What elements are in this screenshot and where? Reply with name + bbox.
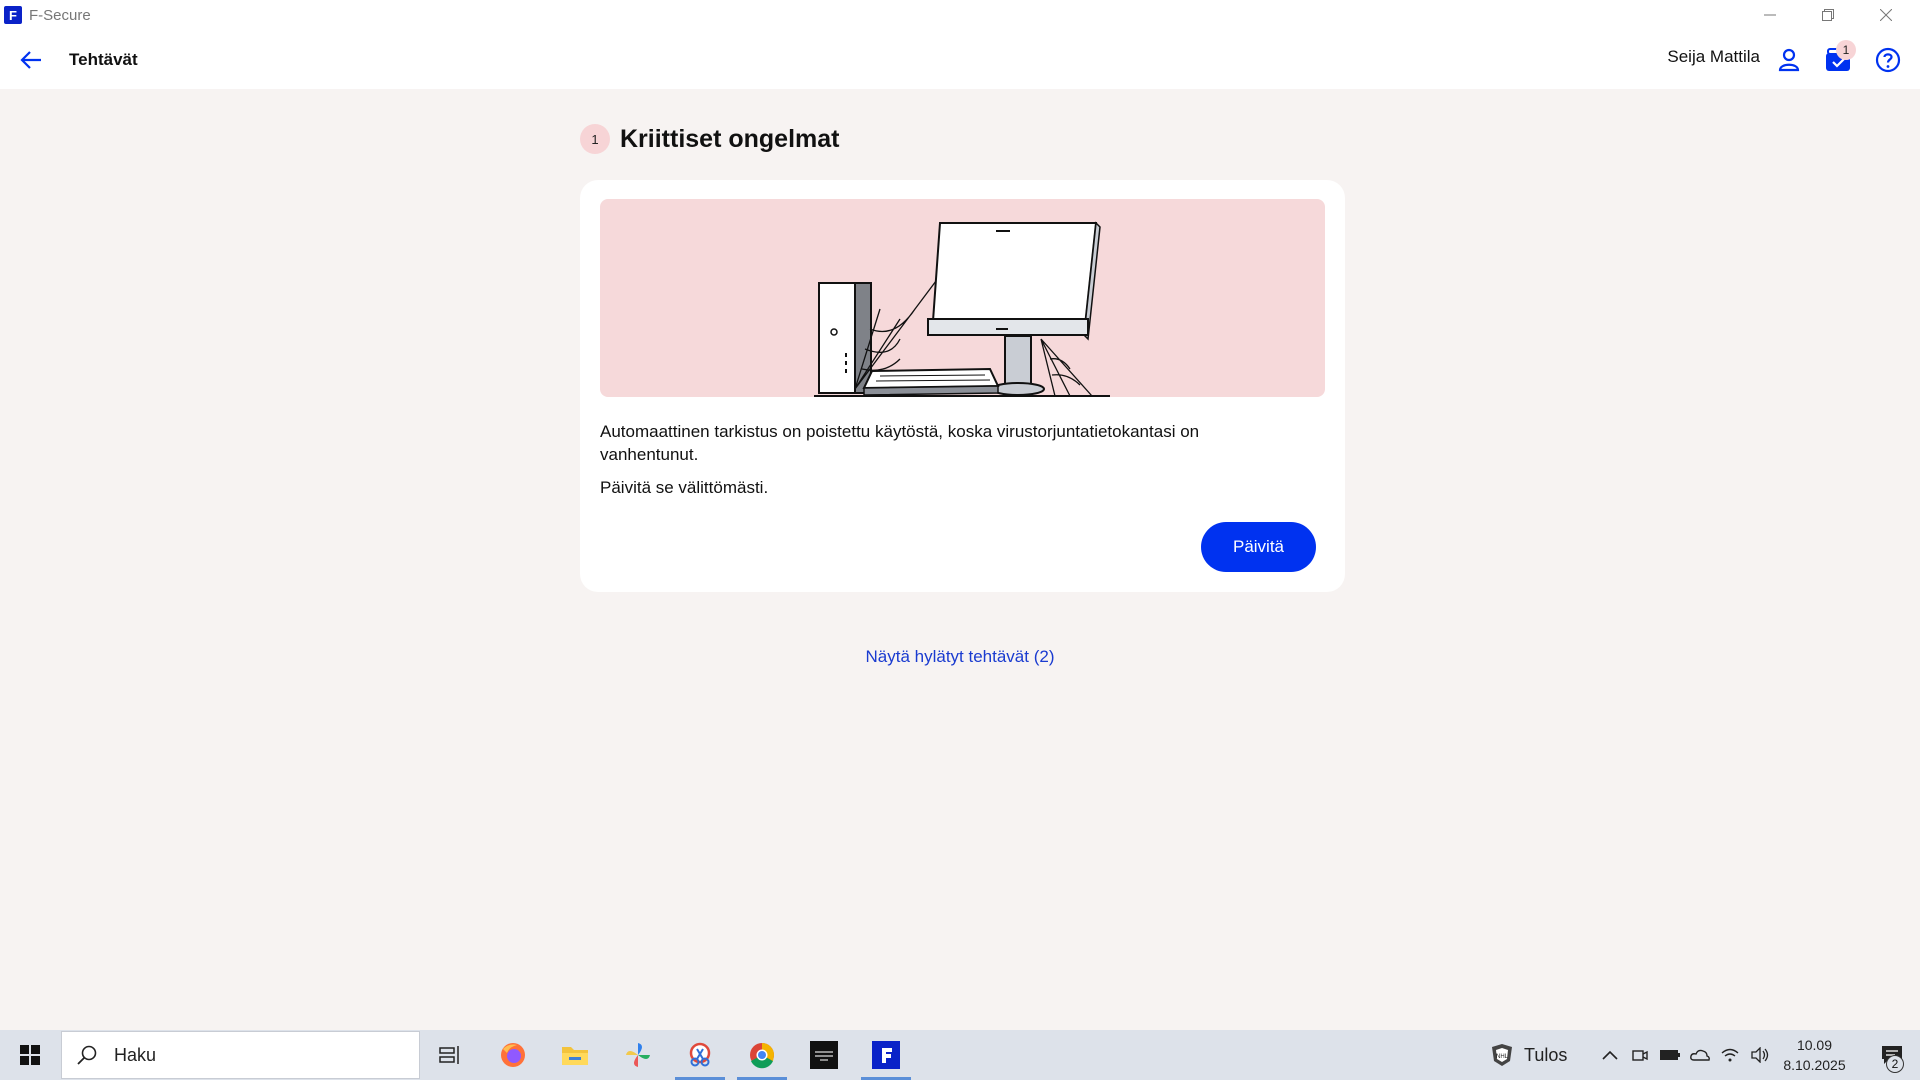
back-button[interactable]: [16, 46, 46, 74]
f-secure-logo-icon: F: [4, 6, 22, 24]
cloud-icon: [1690, 1049, 1710, 1061]
battery-icon: [1660, 1050, 1680, 1060]
taskbar-file-explorer[interactable]: [547, 1030, 603, 1080]
outdated-computer-illustration: [600, 199, 1325, 397]
app-header: Tehtävät Seija Mattila 1: [0, 30, 1920, 89]
windows-logo-icon: [20, 1045, 40, 1065]
search-placeholder: Haku: [114, 1044, 157, 1065]
show-dismissed-tasks-link[interactable]: Näytä hylätyt tehtävät (2): [866, 647, 1055, 666]
window-title: F-Secure: [29, 6, 91, 24]
clock-date: 8.10.2025: [1783, 1057, 1846, 1073]
issue-description: Automaattinen tarkistus on poistettu käy…: [600, 422, 1200, 464]
firefox-icon: [501, 1043, 525, 1067]
critical-issue-card: Automaattinen tarkistus on poistettu käy…: [580, 180, 1345, 592]
task-view-button[interactable]: [422, 1030, 478, 1080]
taskbar-search-box[interactable]: Haku: [61, 1031, 420, 1079]
tray-battery[interactable]: [1658, 1043, 1682, 1067]
taskbar-news-app[interactable]: [796, 1030, 852, 1080]
tray-meet-now[interactable]: [1628, 1043, 1652, 1067]
help-icon: [1875, 47, 1901, 73]
taskbar-chrome[interactable]: [734, 1030, 790, 1080]
f-secure-icon: [872, 1041, 900, 1069]
clock-time: 10.09: [1796, 1037, 1833, 1053]
user-name: Seija Mattila: [1667, 47, 1760, 66]
window-titlebar: F F-Secure: [0, 0, 1920, 30]
critical-count-badge: 1: [580, 124, 610, 154]
taskbar-firefox[interactable]: [485, 1030, 541, 1080]
taskbar-photos[interactable]: [610, 1030, 666, 1080]
account-button[interactable]: [1773, 44, 1805, 76]
close-icon: [1880, 9, 1892, 21]
task-view-icon: [439, 1046, 459, 1064]
section-title: Kriittiset ongelmat: [620, 124, 840, 153]
dismissed-tasks-row: Näytä hylätyt tehtävät (2): [0, 647, 1920, 667]
issue-instruction: Päivitä se välittömästi.: [600, 478, 769, 497]
minimize-button[interactable]: [1741, 0, 1799, 30]
restore-icon: [1822, 9, 1834, 21]
tray-onedrive[interactable]: [1688, 1043, 1712, 1067]
tasks-count-badge: 1: [1836, 40, 1856, 60]
taskbar-clock[interactable]: 10.09 8.10.2025: [1777, 1035, 1852, 1075]
close-button[interactable]: [1857, 0, 1915, 30]
user-icon: [1778, 48, 1800, 72]
weather-widget[interactable]: NHL Tulos: [1490, 1030, 1567, 1080]
notification-count-badge: 2: [1886, 1055, 1904, 1073]
nhl-shield-icon: NHL: [1492, 1044, 1512, 1066]
camera-icon: [1632, 1050, 1648, 1061]
news-app-icon: [810, 1041, 838, 1069]
folder-icon: [562, 1047, 588, 1065]
tray-wifi[interactable]: [1718, 1043, 1742, 1067]
taskbar-f-secure[interactable]: [858, 1030, 914, 1080]
section-header: 1 Kriittiset ongelmat: [580, 124, 839, 154]
taskbar-snipping-tool[interactable]: [672, 1030, 728, 1080]
tray-volume[interactable]: [1748, 1043, 1772, 1067]
search-icon: [77, 1045, 97, 1065]
page-title: Tehtävät: [69, 50, 138, 69]
arrow-left-icon: [20, 51, 41, 69]
scissors-icon: [689, 1042, 711, 1067]
windows-taskbar: Haku NHL Tulos 10.09 8.10.2025 2: [0, 1030, 1920, 1080]
help-button[interactable]: [1872, 44, 1904, 76]
computer-cobweb-illustration-icon: [814, 221, 1110, 397]
weather-text: Tulos: [1524, 1044, 1568, 1065]
svg-text:NHL: NHL: [1496, 1054, 1509, 1060]
update-button[interactable]: Päivitä: [1201, 522, 1316, 572]
restore-button[interactable]: [1799, 0, 1857, 30]
chrome-icon: [750, 1043, 774, 1069]
volume-icon: [1751, 1047, 1769, 1063]
show-hidden-icons-button[interactable]: [1598, 1043, 1622, 1067]
chevron-up-icon: [1602, 1050, 1618, 1060]
pinwheel-photos-icon: [626, 1043, 650, 1067]
wifi-icon: [1721, 1048, 1739, 1062]
start-button[interactable]: [0, 1030, 60, 1080]
minimize-icon: [1764, 14, 1776, 16]
